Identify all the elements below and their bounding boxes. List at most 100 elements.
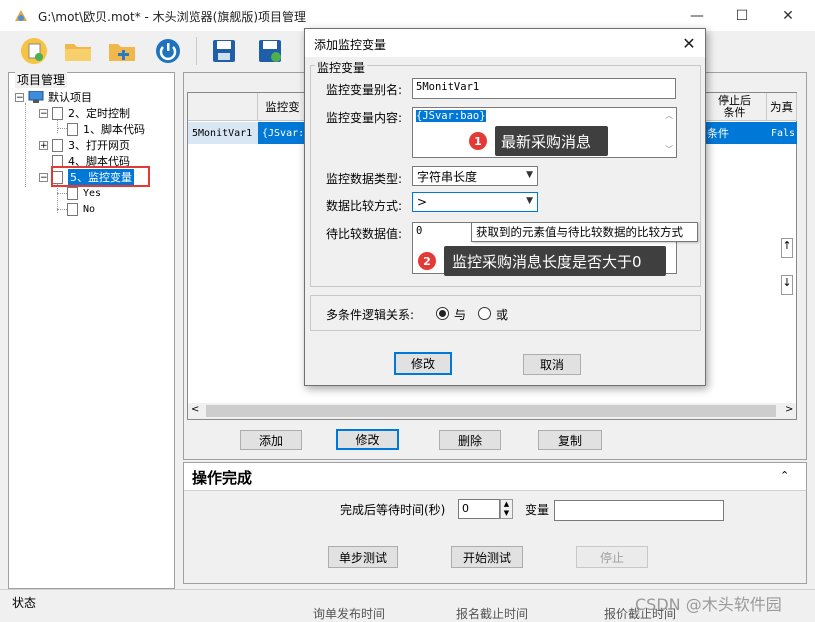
tree-item-default-project[interactable]: − 默认项目 <box>15 89 92 105</box>
compare-tooltip: 获取到的元素值与待比较数据的比较方式 <box>471 222 698 242</box>
grid-header-true[interactable]: 为真 <box>767 93 797 121</box>
collapse-icon[interactable]: − <box>15 92 24 102</box>
grid-cell-name[interactable]: 5MonitVar1 <box>188 122 258 144</box>
wait-time-input[interactable]: 0 <box>458 499 500 519</box>
alias-label: 监控变量别名: <box>326 83 403 97</box>
close-icon[interactable]: ✕ <box>765 0 811 31</box>
dialog-title: 添加监控变量 <box>314 38 387 52</box>
status-bar: 状态 询单发布时间 报名截止时间 报价截止时间 CSDN @木头软件园 <box>0 589 815 621</box>
expand-icon[interactable]: + <box>39 140 48 150</box>
grid-header-content[interactable]: 监控变 <box>258 93 308 121</box>
logic-and-radio[interactable] <box>436 307 449 320</box>
callout-1: 最新采购消息 <box>495 126 608 156</box>
alias-input[interactable]: 5MonitVar1 <box>412 78 676 99</box>
callout-2-text: 监控采购消息长度是否大于0 <box>452 252 642 271</box>
grid-cell-stop[interactable]: 条件 <box>703 122 767 144</box>
document-icon <box>52 106 63 120</box>
power-icon[interactable] <box>150 34 186 68</box>
peek-label-2: 报名截止时间 <box>456 607 529 621</box>
copy-button[interactable]: 复制 <box>538 430 602 450</box>
dialog-cancel-button[interactable]: 取消 <box>523 354 581 375</box>
variable-input[interactable] <box>554 500 724 521</box>
status-label: 状态 <box>12 596 37 610</box>
operations-title: 操作完成 <box>192 469 253 487</box>
group-title: 监控变量 <box>315 59 368 76</box>
callout-2-badge: 2 <box>418 252 436 270</box>
open-folder-icon[interactable] <box>60 34 96 68</box>
single-step-button[interactable]: 单步测试 <box>328 546 398 568</box>
chevron-down-icon: ▼ <box>526 196 533 206</box>
tree-item-open-page[interactable]: + 3、打开网页 <box>39 137 130 153</box>
toolbar-separator <box>196 37 197 65</box>
tree-item-no[interactable]: No <box>67 201 95 217</box>
scroll-right-icon[interactable]: > <box>785 404 793 415</box>
scroll-up-icon[interactable]: ︿ <box>665 110 673 121</box>
delete-button[interactable]: 删除 <box>439 430 501 450</box>
dialog-close-icon[interactable]: ✕ <box>677 31 701 55</box>
compare-data-label: 待比较数据值: <box>326 227 403 241</box>
minimize-icon[interactable]: — <box>674 0 720 31</box>
compare-select[interactable]: > ▼ <box>412 192 538 212</box>
wait-time-label: 完成后等待时间(秒) <box>340 503 446 517</box>
window-title: G:\mot\欧贝.mot* - 木头浏览器(旗舰版)项目管理 <box>38 10 307 24</box>
computer-icon <box>28 91 44 103</box>
horizontal-scrollbar[interactable]: < > <box>188 403 796 419</box>
new-file-icon[interactable] <box>16 34 52 68</box>
panel-title: 项目管理 <box>15 71 68 88</box>
maximize-icon[interactable]: ☐ <box>719 0 765 31</box>
stop-button: 停止 <box>576 546 648 568</box>
peek-label-1: 询单发布时间 <box>313 607 386 621</box>
document-icon <box>52 138 63 152</box>
collapse-chevron-icon[interactable]: ⌃ <box>780 469 789 482</box>
wait-time-spinner[interactable]: ▲ ▼ <box>500 499 513 519</box>
modify-button[interactable]: 修改 <box>336 429 399 450</box>
grid-cell-true[interactable]: Fals <box>767 122 797 144</box>
chevron-down-icon: ▼ <box>526 170 533 180</box>
logic-or-label: 或 <box>496 308 509 322</box>
datatype-select[interactable]: 字符串长度 ▼ <box>412 166 538 186</box>
tree-item-timer[interactable]: − 2、定时控制 <box>39 105 130 121</box>
operations-header: 操作完成 ⌃ <box>184 463 806 491</box>
grid-header-stop[interactable]: 停止后 条件 <box>703 93 767 121</box>
variable-label: 变量 <box>525 503 550 517</box>
tree-item-yes[interactable]: Yes <box>67 185 101 201</box>
watermark: CSDN @木头软件园 <box>635 595 782 614</box>
scroll-down-icon[interactable]: ﹀ <box>665 144 673 155</box>
tree-item-monitor-var[interactable]: − 5、监控变量 <box>39 166 150 187</box>
scrollbar-thumb[interactable] <box>206 405 776 417</box>
scroll-left-icon[interactable]: < <box>191 404 199 415</box>
document-icon <box>67 186 78 200</box>
logic-and-label: 与 <box>454 308 467 322</box>
move-down-button[interactable]: ↓ <box>781 275 793 295</box>
callout-1-text: 最新采购消息 <box>501 132 592 151</box>
grid-corner <box>188 93 258 121</box>
content-label: 监控变量内容: <box>326 111 403 125</box>
project-tree-panel: 项目管理 − 默认项目 − 2、定时控制 1、脚本代码 + 3、打开网页 4、脚… <box>8 71 175 589</box>
collapse-icon[interactable]: − <box>39 108 48 118</box>
collapse-icon[interactable]: − <box>39 172 48 182</box>
add-folder-icon[interactable] <box>104 34 140 68</box>
highlight-box <box>51 166 150 187</box>
save-icon[interactable] <box>206 34 242 68</box>
add-monitor-variable-dialog: 添加监控变量 ✕ 监控变量 监控变量别名: 5MonitVar1 监控变量内容:… <box>304 28 706 386</box>
callout-2: 监控采购消息长度是否大于0 <box>444 246 666 276</box>
grid-cell-content[interactable]: {JSvar:l <box>258 122 308 144</box>
save-as-icon[interactable] <box>252 34 288 68</box>
dialog-modify-button[interactable]: 修改 <box>394 352 452 375</box>
datatype-value: 字符串长度 <box>417 169 478 184</box>
document-icon <box>67 122 78 136</box>
start-test-button[interactable]: 开始测试 <box>451 546 523 568</box>
datatype-label: 监控数据类型: <box>326 172 403 186</box>
document-icon <box>67 202 78 216</box>
app-logo-icon <box>15 10 27 21</box>
compare-value: > <box>417 195 428 209</box>
compare-label: 数据比较方式: <box>326 199 403 213</box>
logic-or-radio[interactable] <box>478 307 491 320</box>
move-up-button[interactable]: ↑ <box>781 238 793 258</box>
logic-label: 多条件逻辑关系: <box>326 308 415 322</box>
callout-1-badge: 1 <box>469 132 487 150</box>
add-button[interactable]: 添加 <box>240 430 302 450</box>
dialog-title-bar: 添加监控变量 ✕ <box>305 29 705 57</box>
content-value: {JSvar:bao} <box>416 110 486 122</box>
tree-item-script-1[interactable]: 1、脚本代码 <box>67 121 145 137</box>
